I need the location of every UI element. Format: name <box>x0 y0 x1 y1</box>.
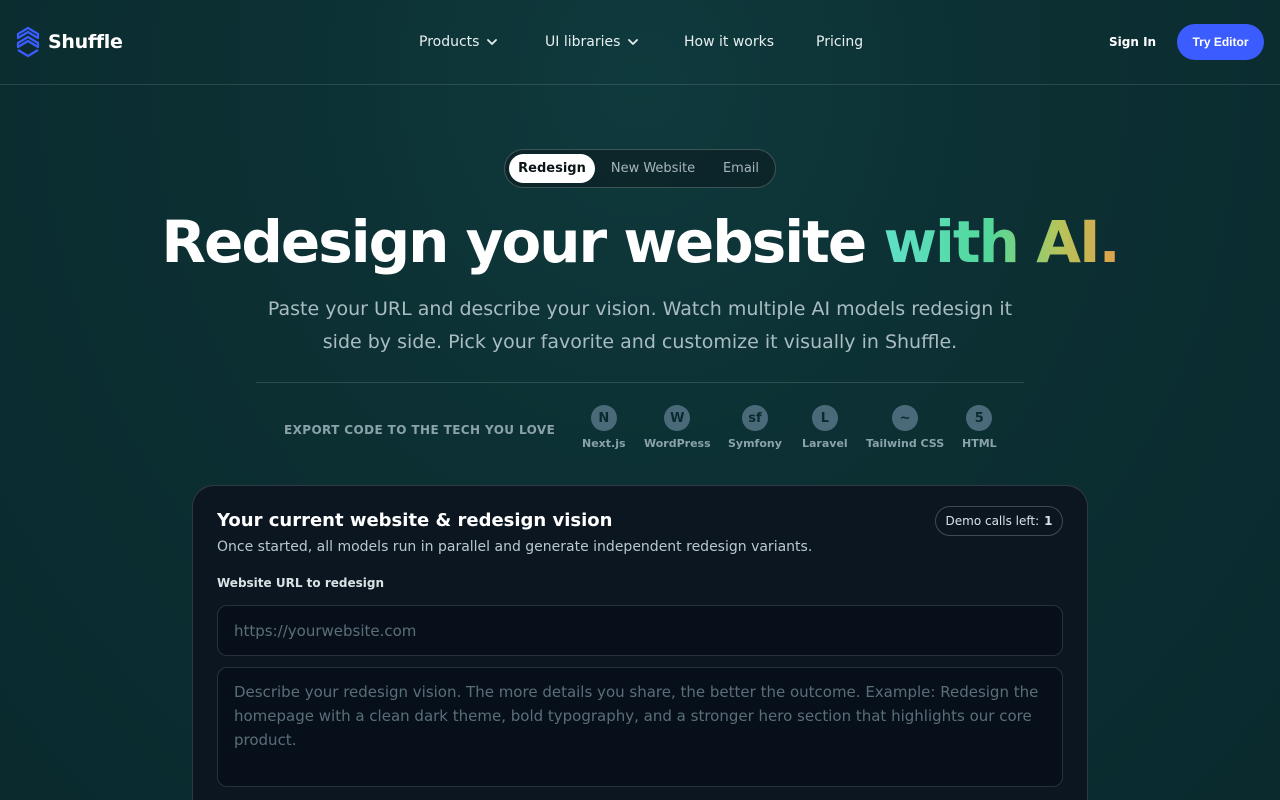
tab-email[interactable]: Email <box>711 154 771 183</box>
nav-item-pricing[interactable]: Pricing <box>816 34 863 50</box>
redesign-vision-textarea[interactable] <box>217 667 1063 787</box>
nav-item-how-it-works[interactable]: How it works <box>684 34 774 50</box>
form-description: Once started, all models run in parallel… <box>217 539 813 555</box>
tech-tailwind: ~ Tailwind CSS <box>866 405 944 450</box>
tech-label: Symfony <box>728 437 782 450</box>
hero-title-highlight-with: with <box>883 208 1018 276</box>
tech-label: Next.js <box>582 437 626 450</box>
nav-item-products[interactable]: Products <box>419 34 498 50</box>
nav-item-ui-libraries[interactable]: UI libraries <box>545 34 639 50</box>
demo-calls-value: 1 <box>1044 514 1053 528</box>
site-header: Shuffle Products UI libraries How it wor… <box>0 0 1280 85</box>
hero-title: Redesign your website with AI. <box>0 208 1280 276</box>
nav-item-label: How it works <box>684 34 774 50</box>
brand-name: Shuffle <box>48 31 123 53</box>
tech-wordpress: W WordPress <box>644 405 711 450</box>
form-title: Your current website & redesign vision <box>217 510 613 531</box>
tab-redesign[interactable]: Redesign <box>509 154 595 183</box>
nav-item-label: Products <box>419 34 480 50</box>
tech-label: Laravel <box>802 437 848 450</box>
chevron-down-icon <box>628 39 639 45</box>
hero-title-highlight: with AI. <box>883 208 1118 276</box>
shuffle-logo-icon <box>16 26 40 58</box>
hero-title-dot: . <box>1098 208 1119 276</box>
brand-logo[interactable]: Shuffle <box>16 26 123 58</box>
demo-calls-label: Demo calls left: <box>945 514 1040 528</box>
symfony-icon: sf <box>741 405 768 431</box>
website-url-input[interactable] <box>217 605 1063 656</box>
hero-title-main: Redesign your website <box>161 208 884 276</box>
tailwind-icon: ~ <box>892 405 919 431</box>
wordpress-icon: W <box>664 405 691 431</box>
html-icon: 5 <box>966 405 993 431</box>
hero-title-highlight-ai: AI <box>1017 208 1099 276</box>
tech-laravel: L Laravel <box>802 405 848 450</box>
tech-label: WordPress <box>644 437 711 450</box>
nav-item-label: UI libraries <box>545 34 621 50</box>
nextjs-icon: N <box>590 405 617 431</box>
demo-calls-badge: Demo calls left: 1 <box>935 506 1063 536</box>
tab-new-website[interactable]: New Website <box>603 154 703 183</box>
tech-symfony: sf Symfony <box>728 405 782 450</box>
redesign-form-card: Your current website & redesign vision O… <box>192 485 1088 800</box>
try-editor-button[interactable]: Try Editor <box>1177 24 1264 60</box>
mode-tabs: Redesign New Website Email <box>504 149 776 188</box>
laravel-icon: L <box>811 405 838 431</box>
url-field-label: Website URL to redesign <box>217 576 384 590</box>
tech-nextjs: N Next.js <box>582 405 626 450</box>
export-label: EXPORT CODE TO THE TECH YOU LOVE <box>284 423 556 437</box>
hero-subtitle: Paste your URL and describe your vision.… <box>267 298 1013 353</box>
tech-label: Tailwind CSS <box>866 437 945 450</box>
section-divider <box>256 382 1024 383</box>
chevron-down-icon <box>487 39 498 45</box>
tech-label: HTML <box>962 437 997 450</box>
nav-item-label: Pricing <box>816 34 864 50</box>
sign-in-link[interactable]: Sign In <box>1109 35 1156 49</box>
tech-html: 5 HTML <box>962 405 997 450</box>
